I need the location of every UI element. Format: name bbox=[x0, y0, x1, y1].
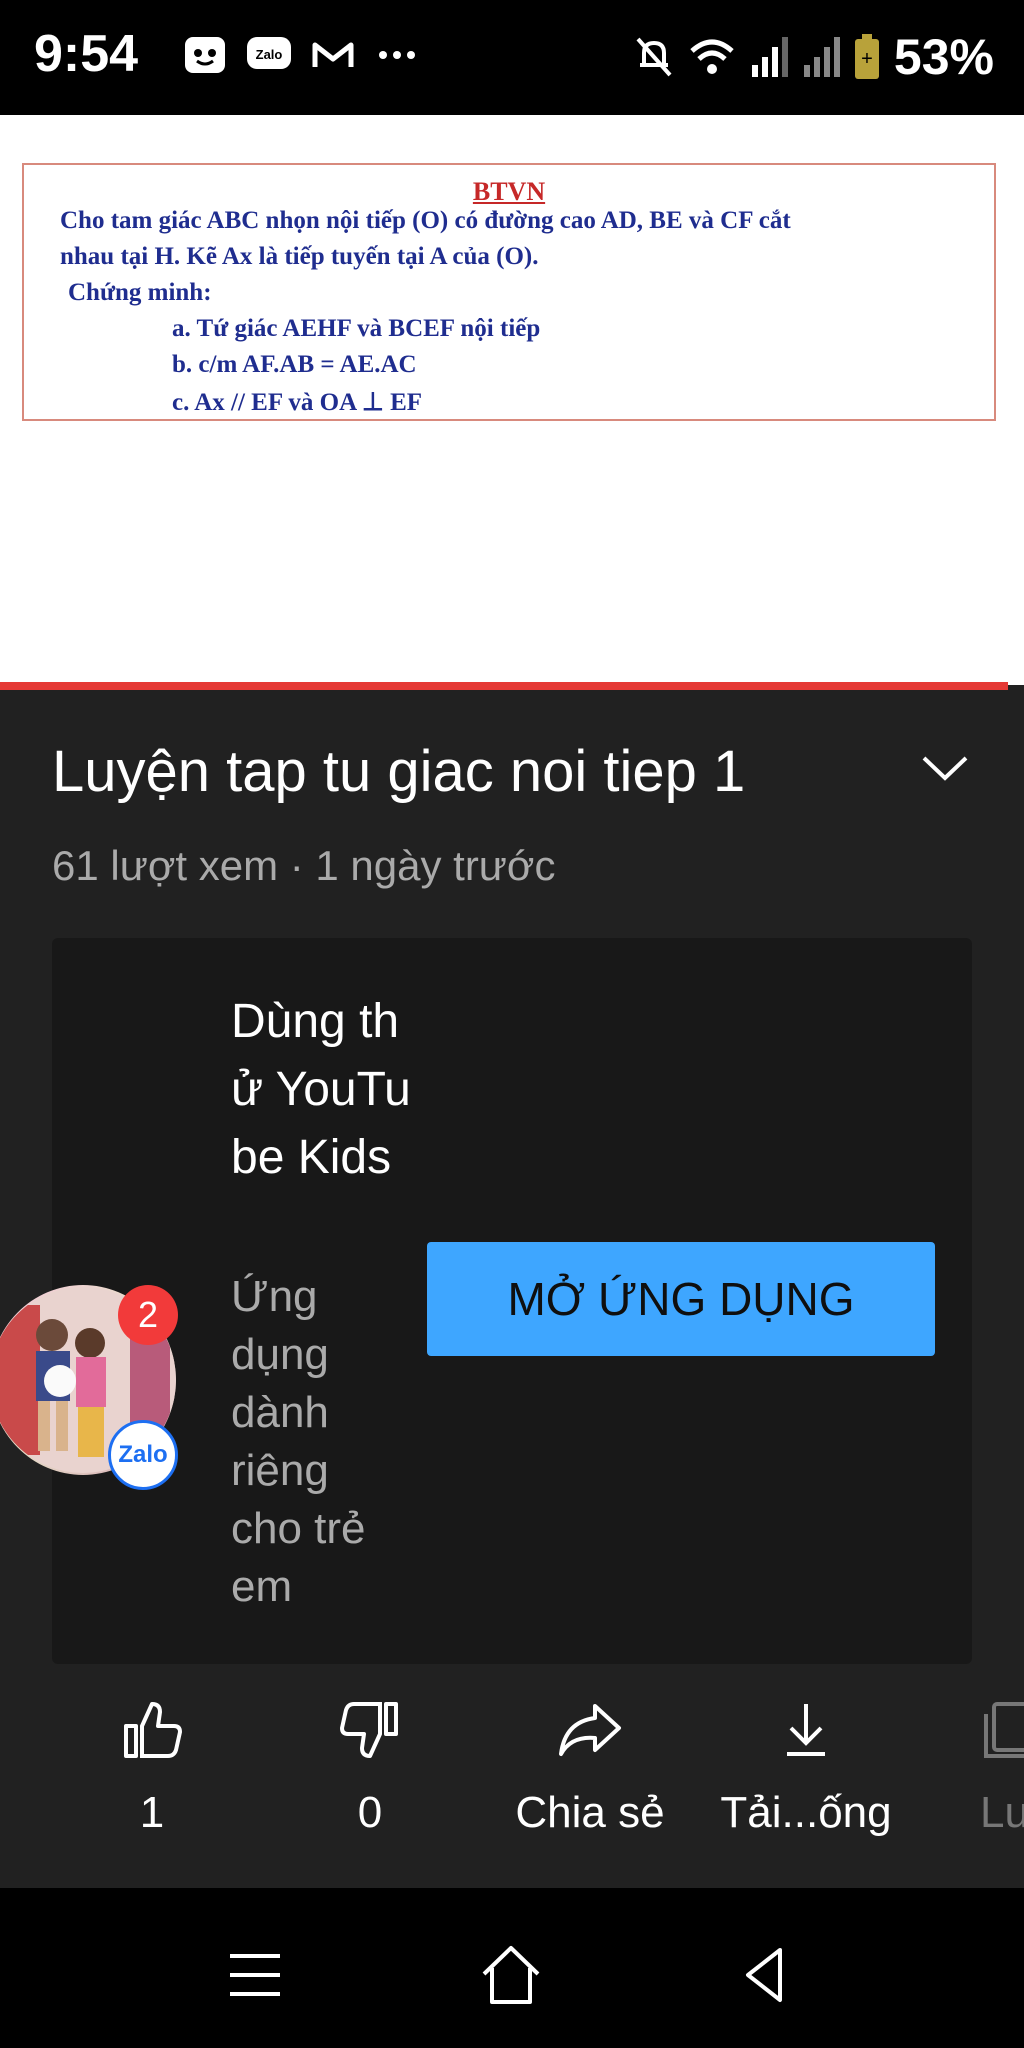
share-icon bbox=[559, 1704, 621, 1756]
signal-icon-2 bbox=[803, 37, 840, 77]
zalo-icon: Zalo bbox=[246, 32, 292, 78]
slide-content: BTVN Cho tam giác ABC nhọn nội tiếp (O) … bbox=[22, 163, 996, 421]
notification-icons: Zalo bbox=[182, 32, 420, 78]
dislike-button[interactable]: 0 bbox=[330, 1700, 410, 1838]
download-icon bbox=[787, 1704, 825, 1756]
zalo-logo-icon: Zalo bbox=[108, 1420, 178, 1490]
save-button[interactable]: Lu bbox=[980, 1700, 1024, 1838]
slide-item-a: a. Tứ giác AEHF và BCEF nội tiếp bbox=[172, 315, 541, 342]
download-button[interactable]: Tải...ống bbox=[712, 1700, 900, 1838]
open-app-button[interactable]: MỞ ỨNG DỤNG bbox=[427, 1242, 935, 1356]
svg-text:Zalo: Zalo bbox=[256, 47, 283, 62]
signal-icon bbox=[751, 37, 788, 77]
wifi-icon bbox=[690, 39, 734, 74]
system-icons: + 53% bbox=[634, 28, 994, 86]
more-dots-icon bbox=[374, 32, 420, 78]
video-player[interactable]: BTVN Cho tam giác ABC nhọn nội tiếp (O) … bbox=[0, 115, 1024, 685]
chevron-down-icon[interactable] bbox=[918, 748, 972, 788]
thumbs-up-icon bbox=[124, 1702, 182, 1758]
slide-item-c: c. Ax // EF và OA ⊥ EF bbox=[172, 389, 423, 416]
video-meta: 61 lượt xem · 1 ngày trước bbox=[52, 842, 556, 889]
action-row: 1 0 Chia sẻ Tải...ống Lu bbox=[0, 1700, 1024, 1850]
slide-line-1: Cho tam giác ABC nhọn nội tiếp (O) có đư… bbox=[60, 207, 791, 234]
home-icon[interactable] bbox=[476, 1940, 546, 2010]
notification-badge: 2 bbox=[118, 1285, 178, 1345]
gmail-icon bbox=[310, 32, 356, 78]
save-label: Lu bbox=[980, 1788, 1024, 1837]
like-button[interactable]: 1 bbox=[112, 1700, 192, 1838]
recent-apps-icon[interactable] bbox=[220, 1940, 290, 2010]
system-nav-bar bbox=[0, 1888, 1024, 2048]
promo-title: Dùng thử YouTube Kids bbox=[231, 995, 411, 1184]
video-title[interactable]: Luyện tap tu giac noi tiep 1 bbox=[52, 738, 745, 805]
battery-percent: 53% bbox=[893, 29, 994, 85]
status-bar: 9:54 Zalo + 53% bbox=[0, 0, 1024, 115]
svg-text:+: + bbox=[861, 48, 873, 70]
share-label: Chia sẻ bbox=[515, 1788, 665, 1837]
status-time: 9:54 bbox=[34, 25, 139, 83]
slide-item-b: b. c/m AF.AB = AE.AC bbox=[172, 351, 417, 378]
like-count: 1 bbox=[139, 1788, 165, 1837]
slide-title: BTVN bbox=[472, 177, 546, 206]
save-playlist-icon bbox=[984, 1702, 1024, 1758]
dislike-count: 0 bbox=[357, 1788, 383, 1837]
thumbs-down-icon bbox=[340, 1702, 398, 1758]
share-button[interactable]: Chia sẻ bbox=[500, 1700, 680, 1838]
messenger-icon bbox=[182, 32, 228, 78]
slide-line-3: Chứng minh: bbox=[68, 279, 212, 306]
video-progress-bar[interactable] bbox=[0, 682, 1008, 690]
back-icon[interactable] bbox=[730, 1940, 800, 2010]
download-label: Tải...ống bbox=[720, 1788, 892, 1837]
youtube-kids-promo: Dùng thử YouTube Kids Ứng dụng dành riên… bbox=[52, 938, 972, 1664]
promo-description: Ứng dụng dành riêng cho trẻ em bbox=[231, 1272, 366, 1611]
battery-icon: + bbox=[854, 34, 879, 79]
slide-line-2: nhau tại H. Kẽ Ax là tiếp tuyến tại A củ… bbox=[60, 243, 539, 270]
mute-bell-icon bbox=[636, 37, 672, 77]
